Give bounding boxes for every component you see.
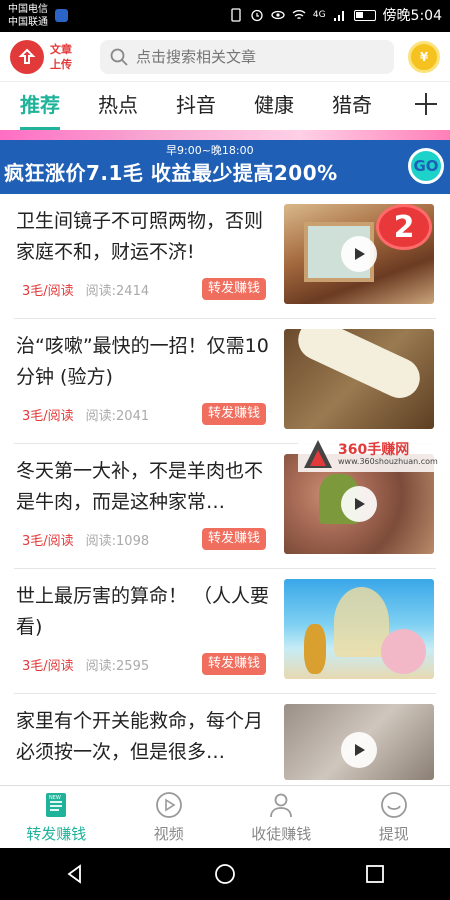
nav-share-earn[interactable]: NEW 转发赚钱 xyxy=(0,786,113,848)
carrier-2: 中国联通 xyxy=(8,17,48,28)
tab-recommend[interactable]: 推荐 xyxy=(20,82,60,130)
article-meta: 3毛/阅读 阅读:1098 xyxy=(22,530,149,549)
search-input[interactable] xyxy=(136,47,366,66)
shield-icon xyxy=(55,9,68,22)
home-icon[interactable] xyxy=(214,863,236,885)
logo-label: 文章 上传 xyxy=(50,42,72,71)
upload-article-button[interactable]: 文章 上传 xyxy=(10,39,100,74)
promo-banner[interactable]: 早9:00~晚18:00 疯狂涨价7.1毛 收益最少提高200% GO xyxy=(0,130,450,194)
network-type: 4G xyxy=(312,10,326,20)
nav-video[interactable]: 视频 xyxy=(113,786,226,848)
eye-icon xyxy=(271,10,285,20)
list-item[interactable]: 治“咳嗽”最快的一招！仅需10分钟 (验方) 3毛/阅读 阅读:2041 转发赚… xyxy=(14,319,436,444)
back-icon[interactable] xyxy=(64,863,86,885)
tab-hot[interactable]: 热点 xyxy=(98,82,138,130)
small-figure-shape xyxy=(304,624,326,674)
article-reads: 阅读:2414 xyxy=(85,284,150,299)
status-time: 傍晚5:04 xyxy=(382,8,442,24)
system-nav-bar xyxy=(0,848,450,900)
list-item[interactable]: 卫生间镜子不可照两物，否则家庭不和，财运不济! 3毛/阅读 阅读:2414 转发… xyxy=(14,194,436,319)
article-price: 3毛/阅读 xyxy=(22,409,74,424)
category-tabs: 推荐 热点 抖音 健康 猎奇 xyxy=(0,82,450,130)
tab-douyin[interactable]: 抖音 xyxy=(176,82,216,130)
article-reads: 阅读:1098 xyxy=(85,534,150,549)
carrier-1: 中国电信 xyxy=(8,4,48,15)
banner-stripe xyxy=(0,130,450,140)
tab-health[interactable]: 健康 xyxy=(254,82,294,130)
list-item[interactable]: 世上最厉害的算命！ （人人要看) 3毛/阅读 阅读:2595 转发赚钱 xyxy=(14,569,436,694)
play-icon xyxy=(341,486,377,522)
article-thumbnail[interactable] xyxy=(284,704,434,780)
article-meta: 3毛/阅读 阅读:2595 xyxy=(22,655,149,674)
app-header: 文章 上传 ¥ xyxy=(0,32,450,82)
watermark-url: www.360shouzhuan.com xyxy=(338,457,438,466)
smile-icon xyxy=(380,792,407,818)
article-title: 家里有个开关能救命，每个月必须按一次，但是很多… xyxy=(16,710,264,763)
article-meta: 3毛/阅读 阅读:2414 xyxy=(22,280,149,299)
share-earn-button[interactable]: 转发赚钱 xyxy=(202,278,267,300)
article-list: 卫生间镜子不可照两物，否则家庭不和，财运不济! 3毛/阅读 阅读:2414 转发… xyxy=(0,194,450,819)
article-meta: 3毛/阅读 阅读:2041 xyxy=(22,405,149,424)
watermark-logo-icon xyxy=(304,440,332,468)
watermark: 360手赚网 www.360shouzhuan.com xyxy=(298,436,448,472)
banner-time: 早9:00~晚18:00 xyxy=(166,144,254,157)
svg-text:NEW: NEW xyxy=(49,795,61,801)
banner-text: 疯狂涨价7.1毛 收益最少提高200% xyxy=(4,161,338,185)
status-bar: 中国电信 中国联通 4G 傍晚5:04 xyxy=(0,0,450,32)
add-tab-icon[interactable] xyxy=(412,90,440,118)
recents-icon[interactable] xyxy=(364,863,386,885)
article-price: 3毛/阅读 xyxy=(22,284,74,299)
article-thumbnail[interactable] xyxy=(284,329,434,429)
article-reads: 阅读:2595 xyxy=(85,659,150,674)
share-earn-button[interactable]: 转发赚钱 xyxy=(202,528,267,550)
search-bar[interactable] xyxy=(100,39,394,74)
banner-go-button[interactable]: GO xyxy=(408,148,444,184)
play-circle-icon xyxy=(155,792,182,818)
article-title: 卫生间镜子不可照两物，否则家庭不和，财运不济! xyxy=(16,210,264,263)
share-earn-button[interactable]: 转发赚钱 xyxy=(202,653,267,675)
signal-icon xyxy=(333,11,344,21)
news-icon: NEW xyxy=(46,793,67,817)
wifi-icon xyxy=(292,10,306,20)
play-icon xyxy=(341,236,377,272)
banana-shape xyxy=(291,329,427,405)
article-title: 冬天第一大补，不是羊肉也不是牛肉，而是这种家常… xyxy=(16,460,264,513)
bottom-nav: NEW 转发赚钱 视频 收徒赚钱 提现 xyxy=(0,785,450,848)
blossom-shape xyxy=(381,629,426,674)
play-icon xyxy=(341,732,377,768)
battery-icon xyxy=(353,9,376,21)
article-reads: 阅读:2041 xyxy=(85,409,150,424)
nav-recruit[interactable]: 收徒赚钱 xyxy=(225,786,338,848)
tab-curious[interactable]: 猎奇 xyxy=(332,82,372,130)
users-icon xyxy=(270,793,293,818)
sim-icon xyxy=(231,8,241,22)
watermark-text: 360手赚网 xyxy=(338,442,410,458)
number-badge: 2 xyxy=(376,204,432,250)
article-title: 治“咳嗽”最快的一招！仅需10分钟 (验方) xyxy=(16,335,269,388)
alarm-icon xyxy=(251,9,263,22)
article-thumbnail[interactable] xyxy=(284,579,434,679)
article-title: 世上最厉害的算命！ （人人要看) xyxy=(16,585,270,638)
status-icons: 4G 傍晚5:04 xyxy=(229,5,442,25)
search-icon xyxy=(110,48,128,66)
article-thumbnail[interactable]: 2 xyxy=(284,204,434,304)
carrier-info: 中国电信 中国联通 xyxy=(8,3,48,29)
nav-withdraw[interactable]: 提现 xyxy=(338,786,450,848)
share-earn-button[interactable]: 转发赚钱 xyxy=(202,403,267,425)
coin-icon[interactable]: ¥ xyxy=(408,40,440,73)
article-price: 3毛/阅读 xyxy=(22,534,74,549)
upload-icon xyxy=(10,39,44,74)
article-price: 3毛/阅读 xyxy=(22,659,74,674)
